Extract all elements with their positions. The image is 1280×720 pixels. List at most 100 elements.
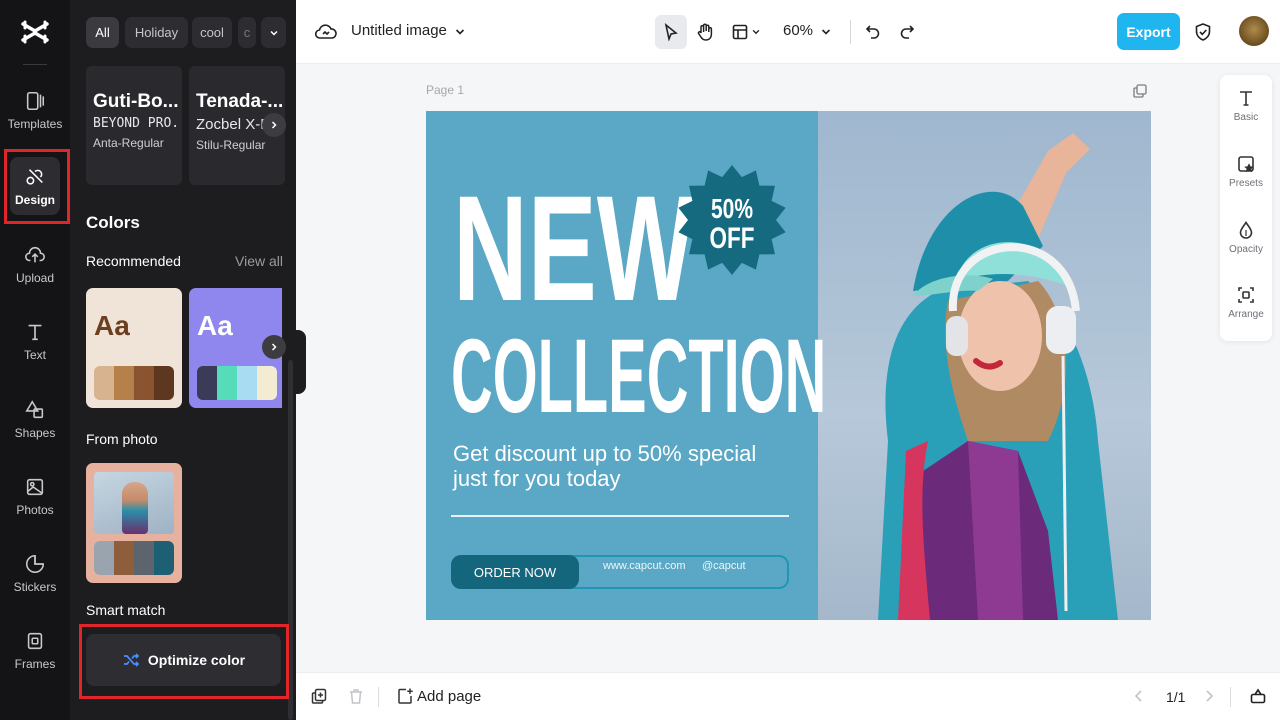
- undo-button[interactable]: [859, 18, 887, 46]
- duplicate-page-button[interactable]: [308, 685, 330, 707]
- layout-dropdown[interactable]: [748, 18, 764, 46]
- expand-pages-button[interactable]: [1247, 685, 1269, 707]
- hand-icon: [697, 23, 713, 41]
- prev-page-button[interactable]: [1128, 685, 1150, 707]
- order-now-button[interactable]: ORDER NOW: [451, 555, 579, 589]
- chip-partial[interactable]: c: [238, 17, 256, 48]
- security-button[interactable]: [1189, 18, 1217, 46]
- handle-text[interactable]: @capcut: [702, 560, 746, 572]
- chevron-left-icon: [1134, 690, 1142, 702]
- headline-collection[interactable]: COLLECTION: [451, 324, 826, 429]
- palette-swatches: [94, 541, 174, 575]
- palette-next-button[interactable]: [262, 335, 286, 359]
- font-combo-card[interactable]: Guti-Bo... BEYOND PRO... Anta-Regular: [86, 66, 182, 185]
- prop-opacity[interactable]: Opacity: [1220, 220, 1272, 280]
- chevron-down-icon: [269, 30, 278, 36]
- upload-icon: [25, 246, 45, 262]
- website-text[interactable]: www.capcut.com: [603, 560, 686, 572]
- rail-label: Shapes: [14, 425, 56, 440]
- document-title[interactable]: Untitled image: [351, 22, 447, 39]
- font-combo-body: Anta-Regular: [93, 136, 164, 150]
- text-icon: [28, 324, 42, 340]
- font-combo-body: Stilu-Regular: [196, 138, 266, 152]
- color-palette-card[interactable]: Aa: [86, 288, 182, 408]
- chip-holiday[interactable]: Holiday: [125, 17, 188, 48]
- prop-label: Arrange: [1228, 309, 1264, 320]
- next-page-button[interactable]: [1198, 685, 1220, 707]
- zoom-level[interactable]: 60%: [783, 22, 813, 39]
- rail-item-shapes[interactable]: Shapes: [0, 386, 70, 452]
- select-tool-button[interactable]: [657, 18, 685, 46]
- templates-icon: [26, 91, 45, 110]
- rail-item-text[interactable]: Text: [0, 308, 70, 374]
- redo-button[interactable]: [893, 18, 921, 46]
- prop-presets[interactable]: Presets: [1220, 154, 1272, 214]
- left-rail: Templates Design Upload Text Shapes Phot…: [0, 0, 70, 720]
- from-photo-label: From photo: [86, 431, 158, 447]
- tagline-text[interactable]: Get discount up to 50% special just for …: [453, 441, 783, 491]
- title-dropdown[interactable]: [446, 18, 474, 46]
- arrange-icon: [1238, 287, 1254, 303]
- shield-check-icon: [1195, 23, 1211, 41]
- rail-label: Frames: [14, 656, 56, 671]
- palette-swatches: [197, 366, 277, 400]
- hand-tool-button[interactable]: [691, 18, 719, 46]
- layout-icon: [732, 24, 748, 40]
- page-counter: 1/1: [1166, 689, 1186, 705]
- chevron-right-icon: [271, 121, 277, 129]
- model-photo[interactable]: [818, 111, 1151, 620]
- font-next-button[interactable]: [262, 113, 286, 137]
- font-combo-title: Guti-Bo...: [93, 91, 179, 112]
- model-figure: [878, 133, 1118, 620]
- chip-scroll-button[interactable]: [261, 17, 286, 48]
- chevron-down-icon: [455, 29, 465, 35]
- copy-page-icon: [311, 688, 327, 704]
- photos-icon: [26, 478, 44, 495]
- design-canvas[interactable]: NEW 50% OFF COLLECTION Get discount up t…: [426, 111, 1151, 620]
- prop-basic[interactable]: Basic: [1220, 88, 1272, 148]
- rail-item-upload[interactable]: Upload: [0, 231, 70, 297]
- highlight-box-design: [4, 149, 70, 224]
- view-all-link[interactable]: View all: [235, 253, 283, 269]
- chevron-right-icon: [1206, 690, 1214, 702]
- export-button[interactable]: Export: [1117, 13, 1180, 50]
- panel-collapse-handle[interactable]: [294, 330, 306, 394]
- cloud-icon: [315, 24, 337, 39]
- pages-panel-icon: [1250, 688, 1266, 704]
- capcut-logo[interactable]: [0, 0, 70, 64]
- divider-line: [451, 515, 789, 517]
- design-panel: All Holiday cool c Guti-Bo... BEYOND PRO…: [70, 0, 296, 720]
- delete-page-button[interactable]: [345, 685, 367, 707]
- prop-arrange[interactable]: Arrange: [1220, 285, 1272, 345]
- recommended-label: Recommended: [86, 253, 181, 269]
- redo-icon: [900, 25, 915, 39]
- add-page-icon-wrap[interactable]: [394, 685, 416, 707]
- photo-figure: [122, 482, 148, 534]
- rail-item-photos[interactable]: Photos: [0, 463, 70, 529]
- headline-new[interactable]: NEW: [453, 173, 694, 323]
- rail-item-templates[interactable]: Templates: [0, 77, 70, 143]
- discount-badge[interactable]: 50% OFF: [676, 164, 788, 276]
- palette-swatches: [94, 366, 174, 400]
- chip-cool[interactable]: cool: [192, 17, 232, 48]
- bottom-separator: [1230, 687, 1231, 707]
- opacity-icon: [1239, 221, 1253, 239]
- rail-label: Text: [23, 347, 46, 362]
- rail-item-stickers[interactable]: Stickers: [0, 540, 70, 606]
- badge-line2: OFF: [710, 221, 755, 255]
- chip-all[interactable]: All: [86, 17, 119, 48]
- stickers-icon: [26, 554, 45, 573]
- duplicate-page-icon[interactable]: [1132, 83, 1148, 99]
- page-label: Page 1: [426, 83, 465, 97]
- font-combo-title: Tenada-...: [196, 91, 284, 112]
- photo-thumbnail: [94, 472, 174, 534]
- rail-label: Stickers: [13, 579, 57, 594]
- colors-heading: Colors: [86, 213, 140, 232]
- add-page-button[interactable]: Add page: [417, 688, 481, 705]
- cloud-sync-button[interactable]: [312, 18, 340, 46]
- zoom-dropdown[interactable]: [816, 18, 836, 46]
- smart-match-label: Smart match: [86, 602, 166, 618]
- user-avatar[interactable]: [1239, 16, 1269, 46]
- photo-palette-card[interactable]: [86, 463, 182, 583]
- rail-item-frames[interactable]: Frames: [0, 617, 70, 683]
